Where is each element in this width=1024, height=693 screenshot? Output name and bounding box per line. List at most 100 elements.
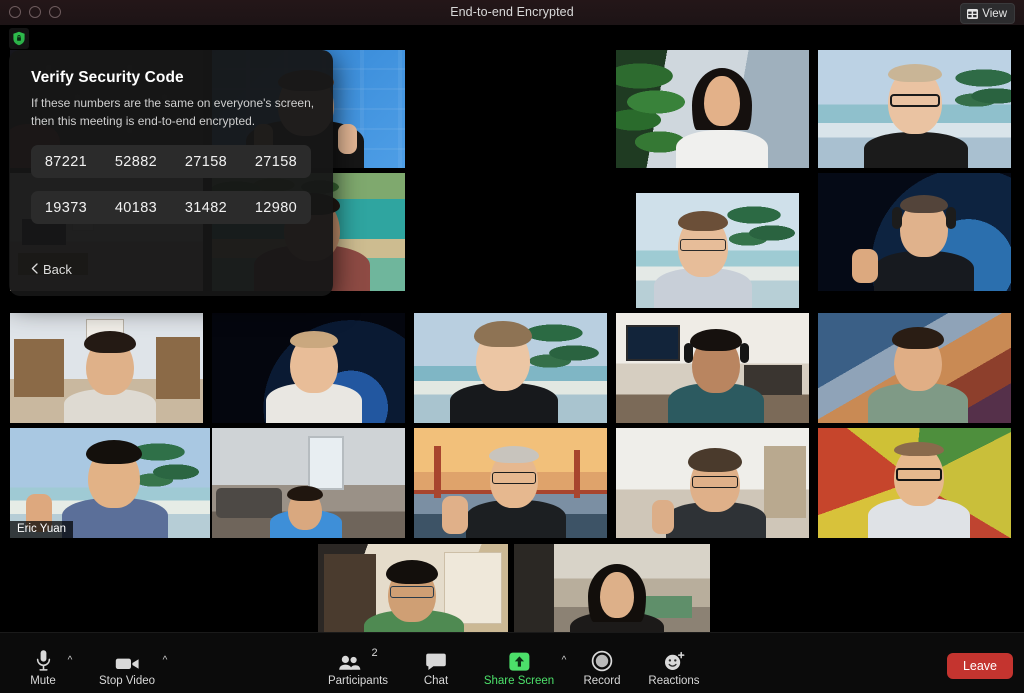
popover-description: If these numbers are the same on everyon… (31, 96, 315, 128)
view-button[interactable]: View (960, 3, 1015, 24)
verify-security-code-popover: Verify Security Code If these numbers ar… (9, 50, 333, 296)
window-title: End-to-end Encrypted (450, 5, 574, 19)
participant-headset (892, 207, 902, 229)
participants-label: Participants (327, 675, 389, 687)
participant-hair (894, 442, 944, 456)
reactions-button[interactable]: Reactions (640, 647, 708, 688)
smiley-plus-icon (663, 647, 686, 672)
video-tile[interactable] (212, 428, 405, 538)
grid-view-icon (967, 8, 979, 19)
security-code-chunk: 19373 (44, 199, 88, 216)
video-tile[interactable] (212, 313, 405, 423)
leave-button[interactable]: Leave (946, 653, 1013, 679)
video-tile[interactable] (818, 50, 1011, 168)
participant-hair (474, 321, 532, 347)
chat-label: Chat (423, 675, 449, 687)
participant-glasses (390, 586, 434, 598)
participant-figure (864, 132, 968, 168)
security-code-chunk: 31482 (184, 199, 228, 216)
video-gallery: Eric Yuan Verify Security Code If these … (0, 25, 1024, 646)
participant-hair (688, 448, 742, 472)
video-tile[interactable] (616, 428, 809, 538)
participant-headset (946, 207, 956, 229)
audio-options-caret[interactable]: ^ (64, 655, 76, 667)
video-tile[interactable] (10, 313, 203, 423)
participant-hair (892, 327, 944, 349)
share-screen-button[interactable]: Share Screen (480, 647, 558, 688)
participants-count: 2 (371, 647, 378, 659)
people-icon: ​ 2 (338, 647, 378, 672)
room-window (308, 436, 344, 490)
video-tile[interactable] (616, 50, 809, 168)
window-titlebar: End-to-end Encrypted View (0, 0, 1024, 26)
share-options-caret[interactable]: ^ (558, 655, 570, 667)
video-tile[interactable] (636, 193, 799, 308)
participant-headset (740, 343, 749, 363)
video-tile[interactable] (514, 544, 710, 646)
participant-hair (900, 195, 948, 213)
room-shelf (14, 339, 64, 397)
record-label: Record (583, 675, 621, 687)
camera-icon (115, 647, 140, 672)
participant-thumbsup (652, 500, 674, 534)
security-code-row: 87221 52882 27158 27158 (31, 145, 311, 178)
security-code-chunk: 40183 (114, 199, 158, 216)
share-screen-label: Share Screen (483, 675, 555, 687)
meeting-toolbar: Mute ^ Stop Video ^ ​ 2 (0, 632, 1024, 693)
participant-hair (290, 331, 338, 348)
view-button-label: View (982, 7, 1007, 20)
participant-hair (690, 329, 742, 351)
participant-hair (287, 486, 323, 501)
room-tv (626, 325, 680, 361)
participant-thumbsup (852, 249, 878, 283)
green-shield-lock-icon[interactable] (9, 28, 29, 49)
record-circle-icon (591, 647, 613, 672)
back-button-label: Back (43, 262, 72, 277)
security-code-chunk: 27158 (184, 153, 228, 170)
video-tile[interactable] (414, 313, 607, 423)
video-tile[interactable] (818, 173, 1011, 291)
record-button[interactable]: Record (576, 647, 628, 688)
security-code-chunk: 27158 (254, 153, 298, 170)
room-partition (514, 544, 554, 646)
video-tile[interactable] (818, 428, 1011, 538)
participant-face (600, 572, 634, 618)
participant-hair (386, 560, 438, 584)
mute-button[interactable]: Mute (22, 647, 64, 688)
popover-title: Verify Security Code (31, 69, 184, 86)
participant-glasses (896, 468, 942, 481)
participant-figure (676, 130, 768, 168)
mute-label: Mute (30, 675, 56, 687)
participant-hair (888, 64, 942, 82)
video-tile[interactable] (616, 313, 809, 423)
participants-button[interactable]: ​ 2 Participants (320, 647, 396, 688)
security-code-chunk: 87221 (44, 153, 88, 170)
reactions-label: Reactions (648, 675, 700, 687)
back-button[interactable]: Back (31, 262, 72, 277)
share-arrow-up-icon (508, 647, 531, 672)
video-tile[interactable] (414, 428, 607, 538)
participant-face (704, 76, 740, 126)
stop-video-label: Stop Video (98, 675, 156, 687)
microphone-icon (35, 647, 52, 672)
room-shelf (444, 552, 502, 624)
participant-hair (489, 446, 539, 463)
participant-thumbsup (442, 496, 468, 534)
participant-name-badge: Eric Yuan (10, 521, 74, 538)
participant-figure (874, 251, 974, 291)
speech-bubble-icon (425, 647, 447, 672)
video-tile[interactable] (318, 544, 508, 646)
zoom-meeting-window: End-to-end Encrypted View Eric Yuan Veri… (0, 0, 1024, 693)
video-tile-active-speaker[interactable]: Eric Yuan (10, 428, 210, 538)
participant-hair (84, 331, 136, 353)
participant-glasses (680, 239, 726, 251)
stop-video-button[interactable]: Stop Video (95, 647, 159, 688)
participant-hand (338, 124, 357, 154)
chat-button[interactable]: Chat (414, 647, 458, 688)
room-sofa (216, 488, 282, 518)
participant-hair (86, 440, 142, 464)
video-tile[interactable] (818, 313, 1011, 423)
security-code-chunk: 52882 (114, 153, 158, 170)
video-options-caret[interactable]: ^ (159, 655, 171, 667)
security-code-chunk: 12980 (254, 199, 298, 216)
